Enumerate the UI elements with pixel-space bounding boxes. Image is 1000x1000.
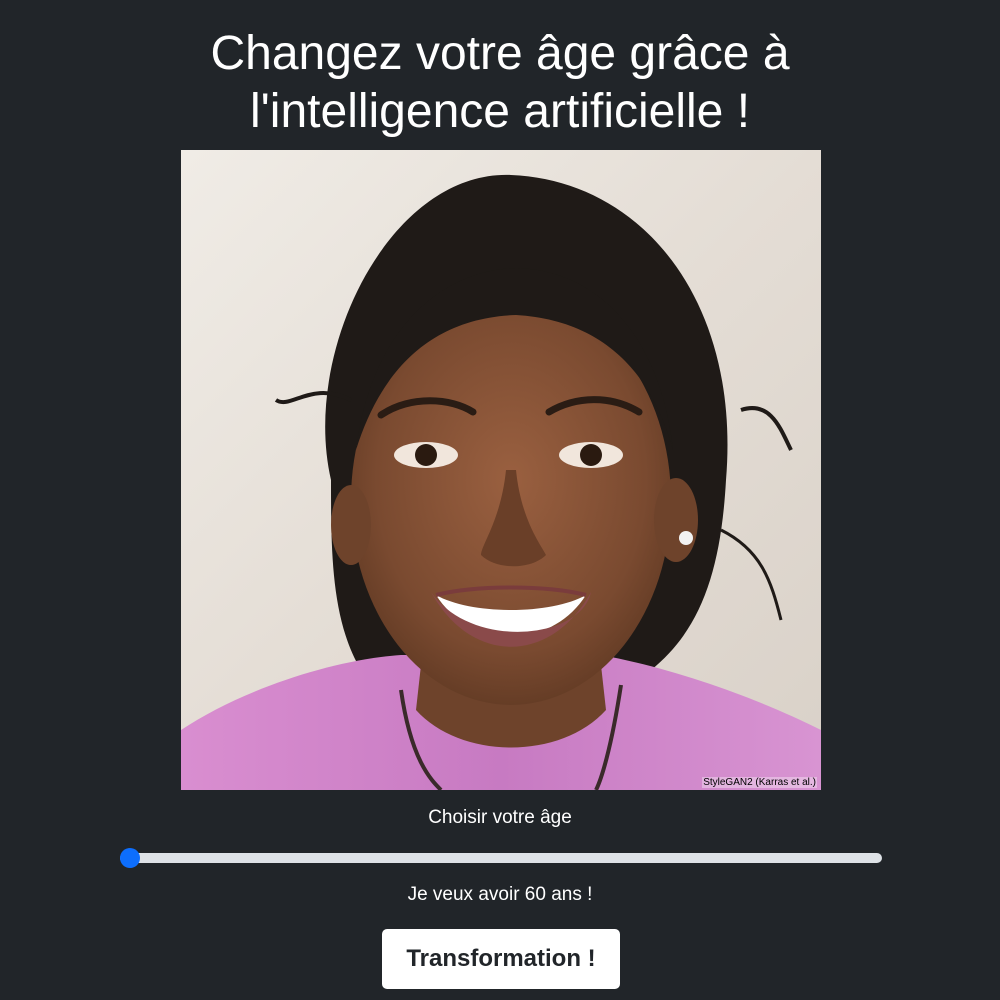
age-slider-track[interactable] <box>120 853 882 863</box>
generated-face-image: StyleGAN2 (Karras et al.) <box>181 150 821 790</box>
transform-button[interactable]: Transformation ! <box>382 929 620 989</box>
age-slider[interactable] <box>120 846 882 870</box>
age-slider-thumb[interactable] <box>120 848 140 868</box>
age-slider-label: Choisir votre âge <box>428 807 572 828</box>
image-credit: StyleGAN2 (Karras et al.) <box>702 777 817 788</box>
page: Changez votre âge grâce à l'intelligence… <box>0 0 1000 1000</box>
age-message: Je veux avoir 60 ans ! <box>407 884 593 905</box>
page-title: Changez votre âge grâce à l'intelligence… <box>210 27 790 138</box>
face-illustration <box>181 150 821 790</box>
